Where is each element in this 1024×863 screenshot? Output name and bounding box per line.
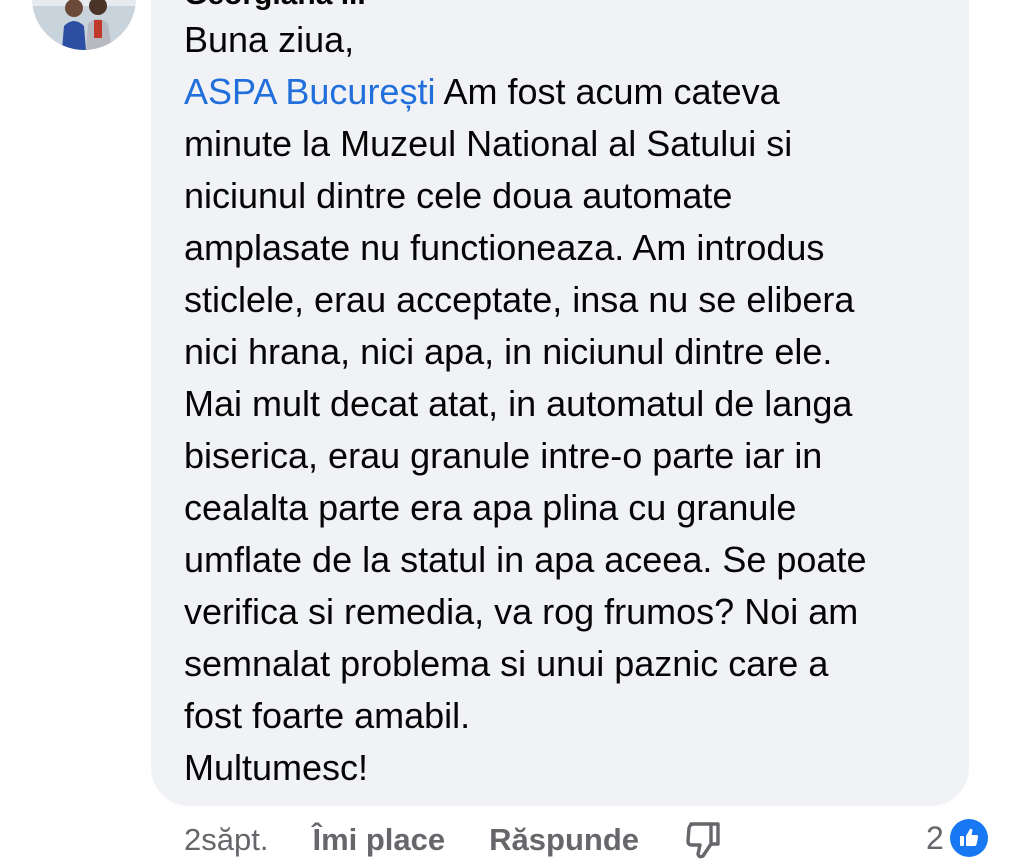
like-button[interactable]: Îmi place (312, 822, 445, 858)
comment-screen: Georgiana ... Buna ziua, ASPA București … (0, 0, 1024, 863)
comment-line: minute la Muzeul National al Satului si (184, 123, 793, 164)
reaction-summary[interactable]: 2 (926, 816, 988, 860)
reaction-count: 2 (926, 819, 944, 856)
mention-link[interactable]: ASPA București (184, 71, 435, 112)
reply-button[interactable]: Răspunde (489, 822, 639, 858)
comment-line: Buna ziua, (184, 19, 355, 60)
comment-line: sticlele, erau acceptate, insa nu se eli… (184, 279, 855, 320)
comment-line: Multumesc! (184, 747, 369, 788)
comment-timestamp[interactable]: 2săpt. (184, 822, 268, 858)
like-thumb-icon (949, 819, 988, 857)
comment-line: semnalat problema si unui paznic care a (184, 643, 829, 684)
comment-line: verifica si remedia, va rog frumos? Noi … (184, 591, 859, 632)
comment-line: umflate de la statul in apa aceea. Se po… (184, 539, 867, 580)
comment-line: amplasate nu functioneaza. Am introdus (184, 227, 825, 268)
comment-actions: 2săpt. Îmi place Răspunde (184, 818, 723, 862)
comment-author-name[interactable]: Georgiana ... (184, 0, 366, 12)
comment-line: cealalta parte era apa plina cu granule (184, 487, 797, 528)
comment-line: nici hrana, nici apa, in niciunul dintre… (184, 331, 833, 372)
comment-line: biserica, erau granule intre-o parte iar… (184, 435, 823, 476)
comment-line: niciunul dintre cele doua automate (184, 175, 733, 216)
comment-line: fost foarte amabil. (184, 695, 471, 736)
comment-line: Mai mult decat atat, in automatul de lan… (184, 383, 853, 424)
comment-line-text: Am fost acum cateva (443, 71, 780, 112)
avatar[interactable] (32, 0, 136, 50)
comment-text: Buna ziua, ASPA București Am fost acum c… (184, 14, 954, 794)
thumbs-down-icon[interactable] (685, 820, 723, 860)
comment-line: ASPA București Am fost acum cateva (184, 66, 954, 118)
avatar-photo (32, 0, 136, 50)
